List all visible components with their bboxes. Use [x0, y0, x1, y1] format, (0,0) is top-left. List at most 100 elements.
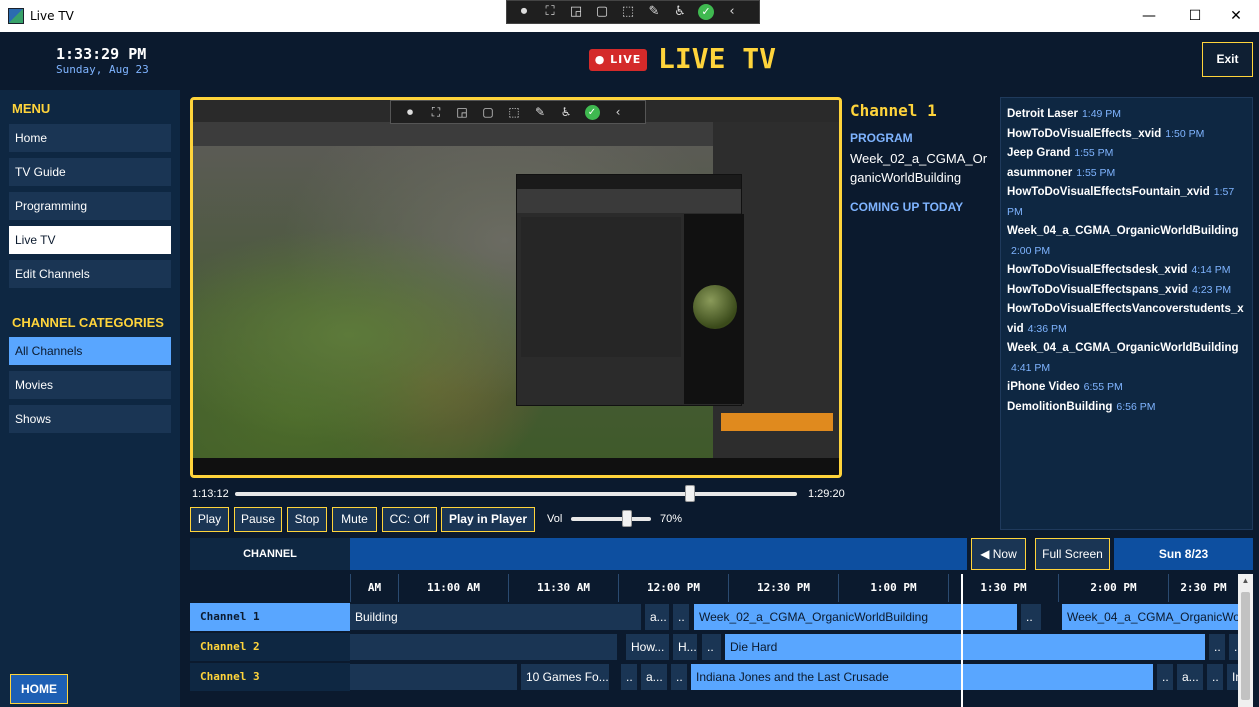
guide-program-cell[interactable]: 10 Games Fo...	[521, 664, 609, 690]
schedule-item-time: 6:55 PM	[1083, 381, 1123, 393]
schedule-item-name: DemolitionBuilding	[1007, 400, 1113, 413]
schedule-item-name: asummoner	[1007, 166, 1073, 179]
scrollbar-thumb[interactable]	[1241, 592, 1250, 700]
close-button[interactable]: ✕	[1213, 0, 1259, 32]
fullscreen-icon[interactable]: ⛶	[537, 1, 563, 23]
maximize-button[interactable]: ☐	[1172, 0, 1218, 32]
schedule-item[interactable]: iPhone Video 6:55 PM	[1007, 378, 1246, 398]
window-select-icon[interactable]: ◲	[563, 1, 589, 23]
guide-channel-3[interactable]: Channel 3	[190, 663, 350, 691]
exit-button[interactable]: Exit	[1202, 42, 1253, 77]
schedule-item-name: HowToDoVisualEffects_xvid	[1007, 127, 1162, 140]
stop-button[interactable]: Stop	[287, 507, 327, 532]
guide-program-cell[interactable]: Week_04_a_CGMA_OrganicWorld	[1062, 604, 1238, 630]
guide-program-cell[interactable]: a...	[1177, 664, 1203, 690]
play-in-player-button[interactable]: Play in Player	[441, 507, 535, 532]
guide-program-cell[interactable]: Die Hard	[725, 634, 1205, 660]
accessibility-icon[interactable]: ♿	[667, 1, 693, 23]
sidebar-item-home[interactable]: Home	[9, 124, 171, 152]
schedule-item[interactable]: DemolitionBuilding 6:56 PM	[1007, 398, 1246, 418]
volume-label: Vol	[547, 513, 563, 525]
schedule-item[interactable]: Week_04_a_CGMA_OrganicWorldBuilding 4:41 …	[1007, 339, 1246, 378]
category-movies[interactable]: Movies	[9, 371, 171, 399]
guide-program-cell[interactable]: ..	[671, 664, 687, 690]
guide-program-cell[interactable]: Building	[350, 604, 641, 630]
schedule-item[interactable]: HowToDoVisualEffectspans_xvid 4:23 PM	[1007, 281, 1246, 301]
schedule-item[interactable]: HowToDoVisualEffectsFountain_xvid 1:57 PM	[1007, 183, 1246, 222]
guide-channel-2[interactable]: Channel 2	[190, 633, 350, 661]
schedule-item-name: Week_04_a_CGMA_OrganicWorldBuilding	[1007, 225, 1239, 237]
guide-channel-1[interactable]: Channel 1	[190, 603, 350, 631]
guide-program-cell[interactable]: H...	[673, 634, 697, 660]
schedule-item[interactable]: asummoner 1:55 PM	[1007, 164, 1246, 184]
window-title: Live TV	[30, 9, 74, 23]
mute-button[interactable]: Mute	[332, 507, 377, 532]
schedule-item[interactable]: HowToDoVisualEffectsVancoverstudents_xvi…	[1007, 300, 1246, 339]
timeline-slot: 11:30 AM	[508, 574, 618, 602]
date: Sunday, Aug 23	[56, 63, 149, 76]
collapse-icon[interactable]: ‹	[719, 1, 745, 23]
menu-heading: MENU	[12, 101, 51, 116]
page-title: LIVE TV	[658, 42, 777, 75]
category-all-channels[interactable]: All Channels	[9, 337, 171, 365]
schedule-item[interactable]: Week_04_a_CGMA_OrganicWorldBuilding 2:00 …	[1007, 222, 1246, 261]
guide-program-cell[interactable]: ..	[673, 604, 689, 630]
guide-program-cell[interactable]: Indiana Jones and the Last Crusade	[691, 664, 1153, 690]
schedule-item[interactable]: HowToDoVisualEffects_xvid 1:50 PM	[1007, 125, 1246, 145]
guide-program-cell[interactable]: ..	[1021, 604, 1041, 630]
sidebar-item-edit-channels[interactable]: Edit Channels	[9, 260, 171, 288]
guide-program-cell[interactable]: ..	[1157, 664, 1173, 690]
selection-icon[interactable]: ⬚	[615, 1, 641, 23]
schedule-item[interactable]: Detroit Laser 1:49 PM	[1007, 105, 1246, 125]
record-icon[interactable]: ⏺	[511, 1, 537, 23]
category-shows[interactable]: Shows	[9, 405, 171, 433]
sidebar-item-tv-guide[interactable]: TV Guide	[9, 158, 171, 186]
volume-slider[interactable]	[571, 517, 651, 521]
video-capture-toolbar: ⏺ ⛶ ◲ ▢ ⬚ ✎ ♿ ✓ ‹	[390, 100, 646, 124]
guide-program-cell[interactable]: ..	[1229, 634, 1238, 660]
home-button[interactable]: HOME	[10, 674, 68, 704]
video-taskbar	[193, 458, 839, 475]
schedule-item-time: 4:41 PM	[1011, 361, 1051, 374]
timeline-slot: 1:00 PM	[838, 574, 948, 602]
seek-bar[interactable]	[235, 492, 797, 496]
schedule-item[interactable]: Jeep Grand 1:55 PM	[1007, 144, 1246, 164]
fullscreen-button[interactable]: Full Screen	[1035, 538, 1110, 570]
guide-program-cell[interactable]: How...	[626, 634, 669, 660]
scroll-up-icon[interactable]: ▲	[1238, 574, 1253, 588]
guide-program-cell[interactable]: ..	[702, 634, 721, 660]
schedule-item-name: Week_04_a_CGMA_OrganicWorldBuilding	[1007, 342, 1239, 354]
guide-program-cell[interactable]: ..	[621, 664, 637, 690]
now-button[interactable]: ◀ Now	[971, 538, 1026, 570]
guide-program-cell[interactable]	[350, 634, 617, 660]
schedule-item[interactable]: HowToDoVisualEffectsdesk_xvid 4:14 PM	[1007, 261, 1246, 281]
sidebar-item-programming[interactable]: Programming	[9, 192, 171, 220]
sidebar-item-live-tv[interactable]: Live TV	[9, 226, 171, 254]
timeline-slot: AM	[350, 574, 398, 602]
schedule-item-time: 1:55 PM	[1076, 166, 1116, 179]
guide-program-cell[interactable]: a...	[641, 664, 667, 690]
pause-button[interactable]: Pause	[234, 507, 282, 532]
categories-heading: CHANNEL CATEGORIES	[12, 315, 164, 330]
schedule-item-time: 1:49 PM	[1081, 108, 1122, 120]
window-select-icon: ◲	[456, 105, 468, 119]
guide-program-cell[interactable]: ..	[1209, 634, 1225, 660]
volume-handle[interactable]	[622, 510, 632, 527]
seek-handle[interactable]	[685, 485, 696, 502]
guide-program-cell[interactable]: In	[1227, 664, 1238, 690]
guide-program-cell[interactable]: a...	[645, 604, 669, 630]
guide-program-cell[interactable]	[350, 664, 517, 690]
video-player[interactable]: ⏺ ⛶ ◲ ▢ ⬚ ✎ ♿ ✓ ‹	[190, 97, 842, 478]
pen-icon[interactable]: ✎	[641, 1, 667, 23]
record-icon: ⏺	[406, 104, 413, 119]
cc-button[interactable]: CC: Off	[382, 507, 437, 532]
guide-program-cell[interactable]: ..	[1207, 664, 1223, 690]
region-icon[interactable]: ▢	[589, 1, 615, 23]
check-icon[interactable]: ✓	[693, 1, 719, 23]
play-button[interactable]: Play	[190, 507, 229, 532]
guide-scrollbar[interactable]: ▲	[1238, 574, 1253, 707]
minimize-button[interactable]: —	[1126, 0, 1172, 32]
selection-icon: ⬚	[508, 105, 520, 119]
guide-program-cell[interactable]: Week_02_a_CGMA_OrganicWorldBuilding	[694, 604, 1017, 630]
timeline-slot: 11:00 AM	[398, 574, 508, 602]
